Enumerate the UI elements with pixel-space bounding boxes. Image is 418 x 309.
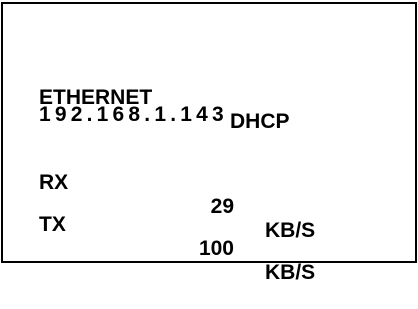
tx-row: TX 100 KB/S: [39, 189, 315, 309]
status-display: ETHERNET DHCP 192.168.1.143 RX 29 KB/S T…: [1, 2, 417, 284]
tx-unit: KB/S: [265, 261, 316, 284]
network-mode: DHCP: [230, 110, 290, 133]
tx-label: TX: [39, 213, 66, 236]
rx-unit: KB/S: [265, 219, 316, 242]
tx-value: 100: [198, 237, 234, 260]
ip-address: 192.168.1.143: [39, 103, 228, 126]
rx-value: 29: [210, 195, 234, 218]
